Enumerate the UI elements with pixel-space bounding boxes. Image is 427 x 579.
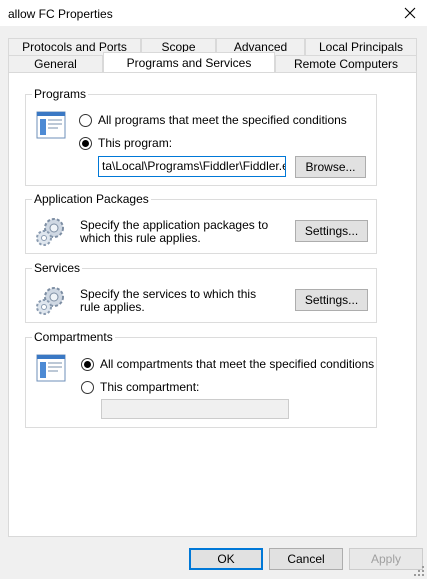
app-packages-description: Specify the application packages to whic… — [80, 218, 269, 245]
compartments-group-label: Compartments — [32, 330, 115, 344]
browse-button[interactable]: Browse... — [295, 156, 366, 178]
tab-row-2: General Programs and Services Remote Com… — [8, 52, 417, 72]
all-compartments-radio[interactable] — [81, 357, 94, 371]
window-title: allow FC Properties — [8, 7, 113, 21]
apply-button[interactable]: Apply — [349, 548, 423, 570]
all-programs-option[interactable]: All programs that meet the specified con… — [79, 113, 347, 127]
this-compartment-option[interactable]: This compartment: — [81, 380, 199, 394]
all-compartments-option[interactable]: All compartments that meet the specified… — [81, 357, 374, 371]
cancel-button[interactable]: Cancel — [269, 548, 343, 570]
services-group: Services Specify the services to which t… — [25, 261, 377, 323]
services-description: Specify the services to which this rule … — [80, 287, 257, 314]
app-packages-settings-button[interactable]: Settings... — [295, 220, 368, 242]
services-group-label: Services — [32, 261, 83, 275]
this-program-radio[interactable] — [79, 136, 92, 150]
programs-group-label: Programs — [32, 87, 89, 101]
programs-group: Programs All programs that meet the spec… — [25, 87, 377, 186]
program-window-icon — [36, 354, 66, 382]
tab-remote-computers[interactable]: Remote Computers — [275, 55, 417, 72]
ok-button[interactable]: OK — [189, 548, 263, 570]
program-window-icon — [36, 111, 66, 139]
tab-general[interactable]: General — [8, 55, 103, 72]
compartment-input[interactable] — [101, 399, 289, 419]
compartments-group: Compartments All compartments that meet … — [25, 330, 377, 428]
tab-programs-and-services[interactable]: Programs and Services — [103, 52, 275, 72]
gear-icon — [36, 287, 64, 315]
close-icon — [404, 7, 416, 19]
this-compartment-label: This compartment: — [100, 380, 200, 394]
app-packages-group: Application Packages Specify the applica… — [25, 192, 377, 254]
this-program-label: This program: — [98, 136, 173, 150]
this-compartment-radio[interactable] — [81, 380, 94, 394]
close-button[interactable] — [393, 0, 427, 26]
this-program-option[interactable]: This program: — [79, 136, 172, 150]
tab-panel: Programs All programs that meet the spec… — [8, 72, 417, 537]
app-packages-group-label: Application Packages — [32, 192, 151, 206]
title-bar: allow FC Properties — [0, 0, 427, 26]
all-compartments-label: All compartments that meet the specified… — [100, 357, 375, 371]
tab-local-principals[interactable]: Local Principals — [305, 38, 417, 55]
all-programs-label: All programs that meet the specified con… — [98, 113, 347, 127]
resize-grip-icon[interactable] — [413, 565, 425, 577]
program-path-input[interactable]: ta\Local\Programs\Fiddler\Fiddler.exe — [98, 156, 286, 177]
gear-icon — [36, 218, 64, 246]
services-settings-button[interactable]: Settings... — [295, 289, 368, 311]
all-programs-radio[interactable] — [79, 113, 92, 127]
